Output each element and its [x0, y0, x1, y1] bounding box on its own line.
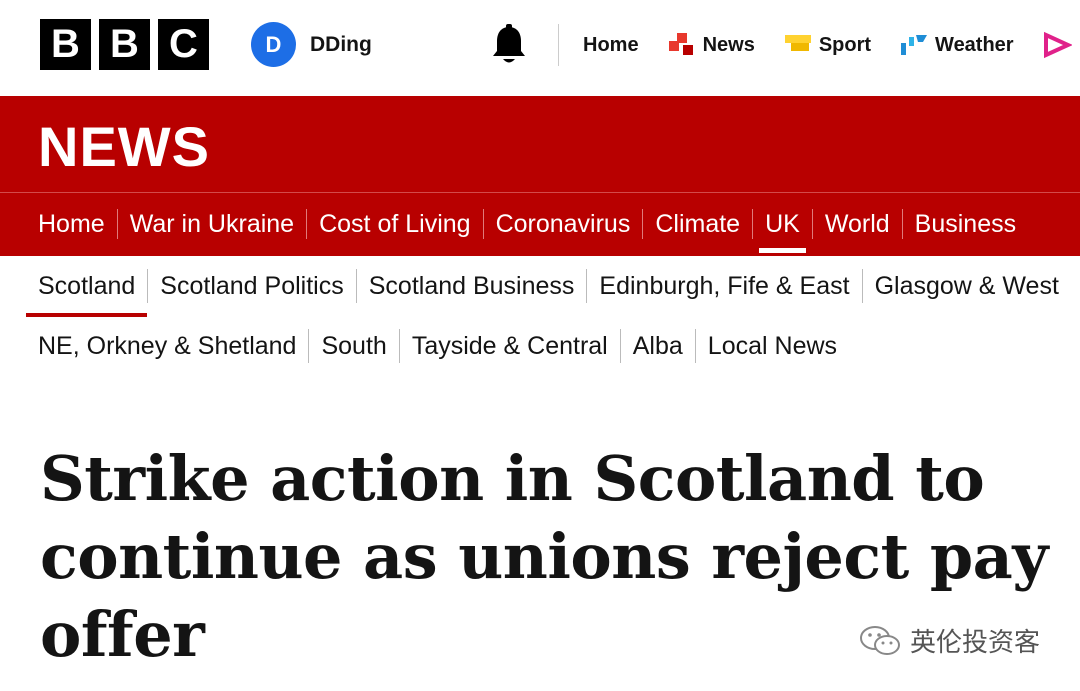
main-nav-business[interactable]: Business — [903, 204, 1028, 244]
news-title[interactable]: NEWS — [38, 114, 210, 179]
main-nav-uk[interactable]: UK — [753, 204, 812, 253]
sub-nav: Scotland Scotland Politics Scotland Busi… — [25, 268, 1071, 317]
sub-nav-local-news[interactable]: Local News — [696, 328, 849, 364]
bell-icon[interactable] — [488, 24, 530, 68]
main-nav-climate[interactable]: Climate — [643, 204, 752, 244]
sub-nav-south[interactable]: South — [309, 328, 398, 364]
main-nav-cost-of-living[interactable]: Cost of Living — [307, 204, 482, 244]
sub-nav-edinburgh-fife-east[interactable]: Edinburgh, Fife & East — [587, 268, 861, 304]
sub-nav-row-2: NE, Orkney & Shetland South Tayside & Ce… — [38, 328, 849, 364]
main-nav-world[interactable]: World — [813, 204, 902, 244]
top-nav-label: Home — [583, 33, 639, 56]
top-nav-label: Sport — [818, 33, 872, 56]
main-nav-war-in-ukraine[interactable]: War in Ukraine — [118, 204, 306, 244]
main-nav: Home War in Ukraine Cost of Living Coron… — [38, 204, 1028, 253]
sub-nav-ne-orkney-shetland[interactable]: NE, Orkney & Shetland — [38, 328, 308, 364]
wechat-icon — [860, 625, 900, 655]
main-nav-home[interactable]: Home — [38, 204, 117, 244]
top-nav-news[interactable]: News — [667, 31, 755, 59]
account-button[interactable]: D DDing — [251, 22, 372, 67]
news-icon — [668, 33, 693, 55]
news-header: NEWS Home War in Ukraine Cost of Living … — [0, 96, 1080, 256]
bbc-logo-letter: C — [158, 19, 209, 70]
watermark: 英伦投资客 — [858, 622, 1040, 659]
bbc-logo-letter: B — [40, 19, 91, 70]
sub-nav-scotland-politics[interactable]: Scotland Politics — [148, 268, 355, 304]
sport-icon — [784, 35, 811, 51]
sub-nav-glasgow-west[interactable]: Glasgow & West — [863, 268, 1071, 304]
top-bar: B B C D DDing Home News Sport Weather — [0, 0, 1080, 96]
bbc-logo[interactable]: B B C — [40, 19, 209, 70]
weather-icon — [901, 35, 928, 55]
top-nav: Home News Sport Weather — [583, 31, 1080, 59]
top-nav-label: Weather — [935, 33, 1014, 56]
divider — [0, 192, 1080, 193]
avatar: D — [251, 22, 296, 67]
account-name: DDing — [310, 32, 372, 56]
top-nav-label: News — [702, 33, 755, 56]
sub-nav-scotland-business[interactable]: Scotland Business — [357, 268, 587, 304]
sub-nav-alba[interactable]: Alba — [621, 328, 695, 364]
top-nav-more[interactable] — [1042, 31, 1078, 59]
sub-nav-scotland[interactable]: Scotland — [25, 268, 148, 317]
iplayer-icon — [1043, 31, 1072, 59]
top-nav-home[interactable]: Home — [583, 34, 639, 57]
top-nav-sport[interactable]: Sport — [783, 31, 871, 59]
divider — [558, 24, 559, 66]
sub-nav-tayside-central[interactable]: Tayside & Central — [400, 328, 620, 364]
top-nav-weather[interactable]: Weather — [899, 31, 1014, 59]
bbc-logo-letter: B — [99, 19, 150, 70]
main-nav-coronavirus[interactable]: Coronavirus — [484, 204, 643, 244]
watermark-text: 英伦投资客 — [910, 628, 1041, 658]
